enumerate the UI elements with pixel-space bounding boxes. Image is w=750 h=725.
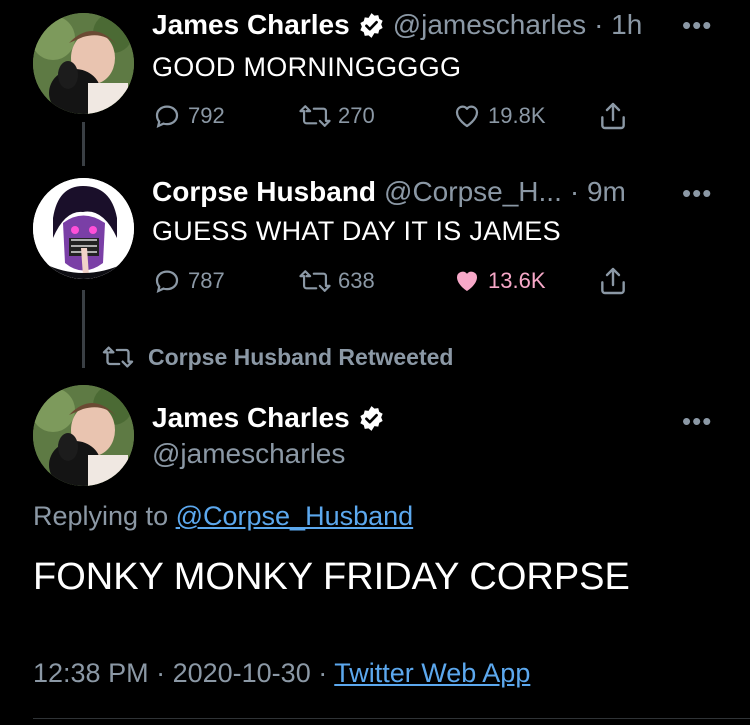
author-handle[interactable]: @jamescharles: [152, 438, 345, 470]
main-tweet: James Charles @jamescharles ••• Replying…: [0, 380, 750, 725]
reply-icon: [155, 105, 179, 128]
thread-line: [82, 122, 85, 166]
like-count: 19.8K: [488, 103, 546, 128]
reply-button[interactable]: 787: [152, 266, 225, 296]
tweet-text: GUESS WHAT DAY IT IS JAMES: [152, 216, 561, 246]
reply-icon: [155, 270, 179, 293]
avatar[interactable]: [33, 385, 134, 486]
avatar-illustration: [33, 178, 134, 279]
share-button[interactable]: [597, 265, 629, 297]
replying-to-link[interactable]: @Corpse_Husband: [176, 501, 414, 531]
reply-count: 792: [188, 103, 225, 128]
author-name[interactable]: Corpse Husband: [152, 176, 376, 208]
retweet-count: 638: [338, 268, 375, 293]
share-icon: [601, 102, 625, 130]
replying-to-label: Replying to: [33, 501, 169, 531]
reply-button[interactable]: 792: [152, 101, 225, 131]
like-icon: [457, 271, 477, 291]
tweet-date[interactable]: 2020-10-30: [173, 658, 311, 688]
avatar-photo: [33, 385, 134, 486]
tweet-timestamp[interactable]: 12:38 PM: [33, 658, 149, 688]
like-button[interactable]: 19.8K: [452, 101, 546, 131]
tweet-2[interactable]: Corpse Husband @Corpse_H... · 9m ••• GUE…: [0, 170, 750, 368]
like-count: 13.6K: [488, 268, 546, 293]
tweet-source-link[interactable]: Twitter Web App: [334, 658, 530, 688]
retweet-count: 270: [338, 103, 375, 128]
more-icon[interactable]: •••: [682, 178, 712, 209]
like-icon: [455, 105, 479, 128]
retweet-icon: [299, 270, 331, 292]
share-button[interactable]: [597, 100, 629, 132]
thread-line: [82, 290, 85, 368]
retweet-banner[interactable]: Corpse Husband Retweeted: [100, 343, 453, 371]
retweet-button[interactable]: 270: [298, 101, 375, 131]
tweet-time[interactable]: · 9m: [570, 176, 626, 208]
main-tweet-text: FONKY MONKY FRIDAY CORPSE: [33, 556, 630, 598]
tweet-text: GOOD MORNINGGGGG: [152, 52, 462, 82]
tweet-time[interactable]: · 1h: [594, 9, 642, 41]
more-icon[interactable]: •••: [682, 406, 712, 437]
retweet-banner-label: Corpse Husband Retweeted: [148, 343, 454, 370]
retweet-button[interactable]: 638: [298, 266, 375, 296]
verified-badge-icon: [360, 405, 383, 431]
verified-badge-icon: [360, 12, 383, 38]
avatar[interactable]: [33, 13, 134, 114]
reply-count: 787: [188, 268, 225, 293]
retweet-icon: [102, 346, 134, 368]
share-icon: [601, 267, 625, 295]
divider: [33, 718, 750, 719]
author-handle[interactable]: @Corpse_H...: [384, 176, 562, 208]
like-button[interactable]: 13.6K: [452, 266, 546, 296]
avatar-photo: [33, 13, 134, 114]
author-handle[interactable]: @jamescharles: [393, 9, 586, 41]
more-icon[interactable]: •••: [682, 10, 712, 41]
separator: ·: [318, 658, 335, 688]
tweet-1[interactable]: James Charles @jamescharles · 1h ••• GOO…: [0, 0, 750, 166]
retweet-icon: [299, 105, 331, 127]
avatar[interactable]: [33, 178, 134, 279]
author-name[interactable]: James Charles: [152, 9, 350, 41]
separator: ·: [156, 658, 173, 688]
author-name[interactable]: James Charles: [152, 402, 350, 434]
